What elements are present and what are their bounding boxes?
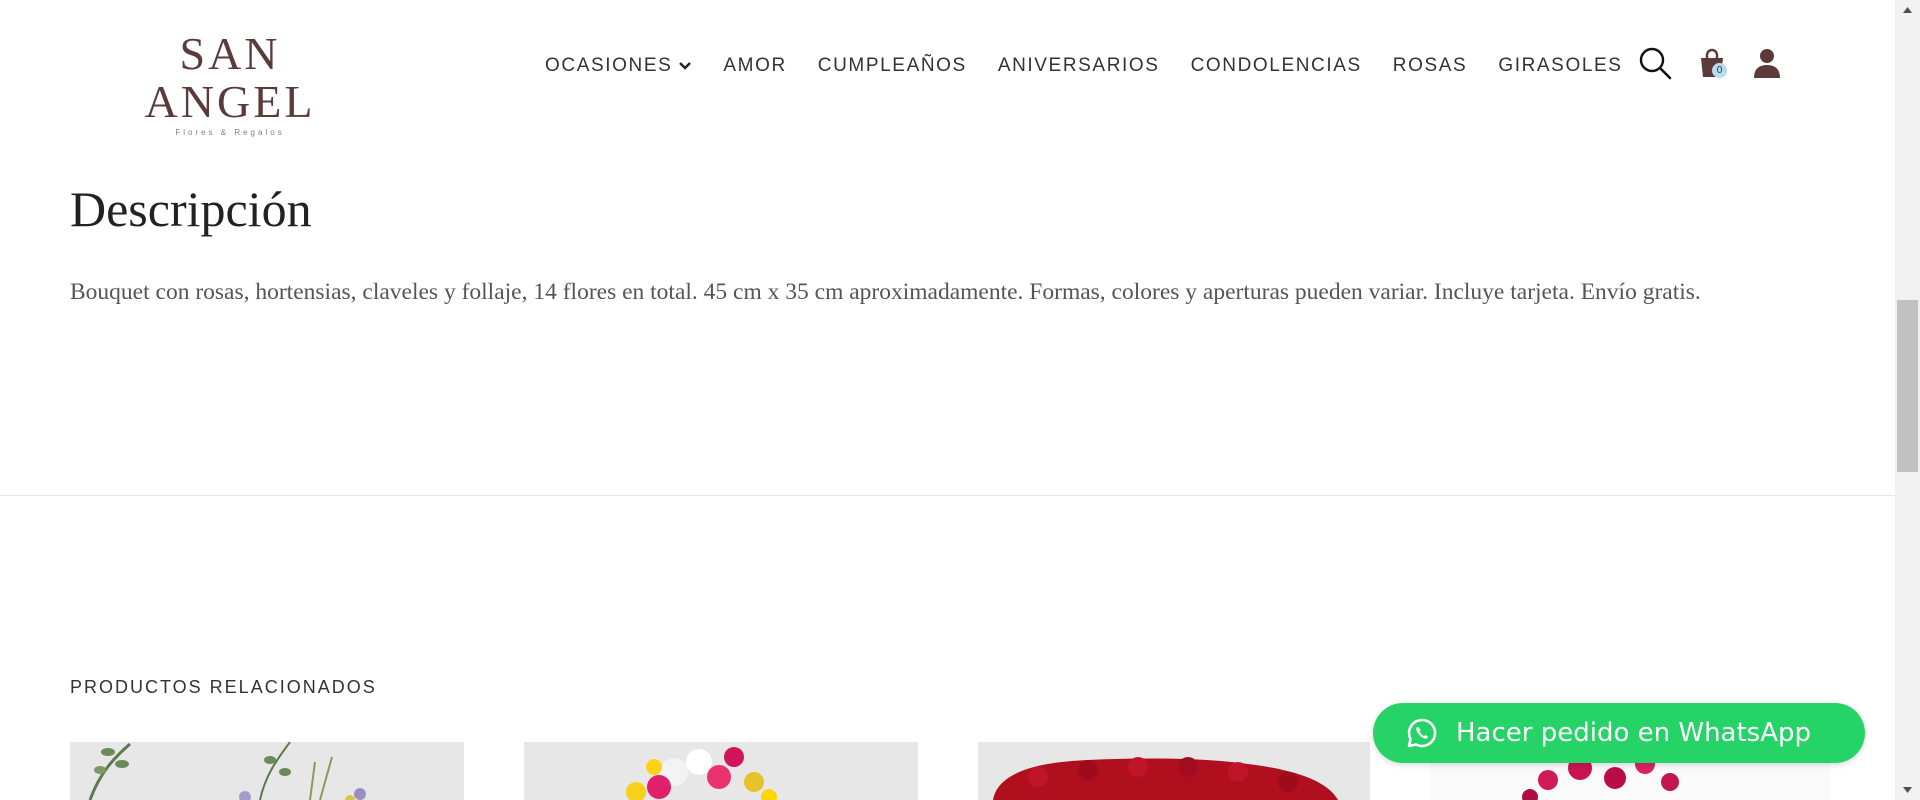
related-products-heading: PRODUCTOS RELACIONADOS <box>70 677 377 697</box>
vertical-scrollbar[interactable] <box>1895 0 1920 800</box>
logo-tagline: Flores & Regalos <box>175 128 285 137</box>
scrollbar-thumb[interactable] <box>1897 300 1918 472</box>
page: SAN ANGEL Flores & Regalos OCASIONES AMO… <box>0 0 1895 800</box>
whatsapp-button-label: Hacer pedido en WhatsApp <box>1456 718 1812 748</box>
product-card-image[interactable] <box>978 742 1370 800</box>
nav-item-condolencias[interactable]: CONDOLENCIAS <box>1191 55 1362 77</box>
product-image <box>978 742 1370 800</box>
search-icon[interactable] <box>1638 46 1672 80</box>
user-icon[interactable] <box>1753 47 1781 79</box>
nav-item-girasoles[interactable]: GIRASOLES <box>1498 55 1622 77</box>
product-image <box>524 742 918 800</box>
nav-item-amor[interactable]: AMOR <box>723 55 786 77</box>
description-heading: Descripción <box>70 181 312 237</box>
logo-main-text: SAN ANGEL <box>144 28 316 127</box>
product-image <box>70 742 464 800</box>
nav-item-aniversarios[interactable]: ANIVERSARIOS <box>998 55 1160 77</box>
nav-item-ocasiones[interactable]: OCASIONES <box>545 55 692 77</box>
chevron-down-icon <box>679 62 692 70</box>
product-card-image[interactable] <box>70 742 464 800</box>
main-nav: OCASIONES AMOR CUMPLEAÑOS ANIVERSARIOS C… <box>545 55 1623 77</box>
scroll-up-arrow-icon[interactable] <box>1895 0 1920 20</box>
description-text: Bouquet con rosas, hortensias, claveles … <box>70 279 1701 305</box>
product-card-image[interactable] <box>524 742 918 800</box>
scroll-down-arrow-icon[interactable] <box>1895 780 1920 800</box>
whatsapp-icon <box>1407 718 1437 748</box>
nav-item-cumpleanos[interactable]: CUMPLEAÑOS <box>818 55 967 77</box>
cart-button[interactable]: 0 <box>1698 48 1727 80</box>
site-logo[interactable]: SAN ANGEL Flores & Regalos <box>100 28 360 138</box>
section-divider <box>0 495 1895 496</box>
cart-count-badge: 0 <box>1712 63 1727 78</box>
whatsapp-order-button[interactable]: Hacer pedido en WhatsApp <box>1373 703 1865 763</box>
nav-label: OCASIONES <box>545 55 673 76</box>
nav-item-rosas[interactable]: ROSAS <box>1393 55 1468 77</box>
